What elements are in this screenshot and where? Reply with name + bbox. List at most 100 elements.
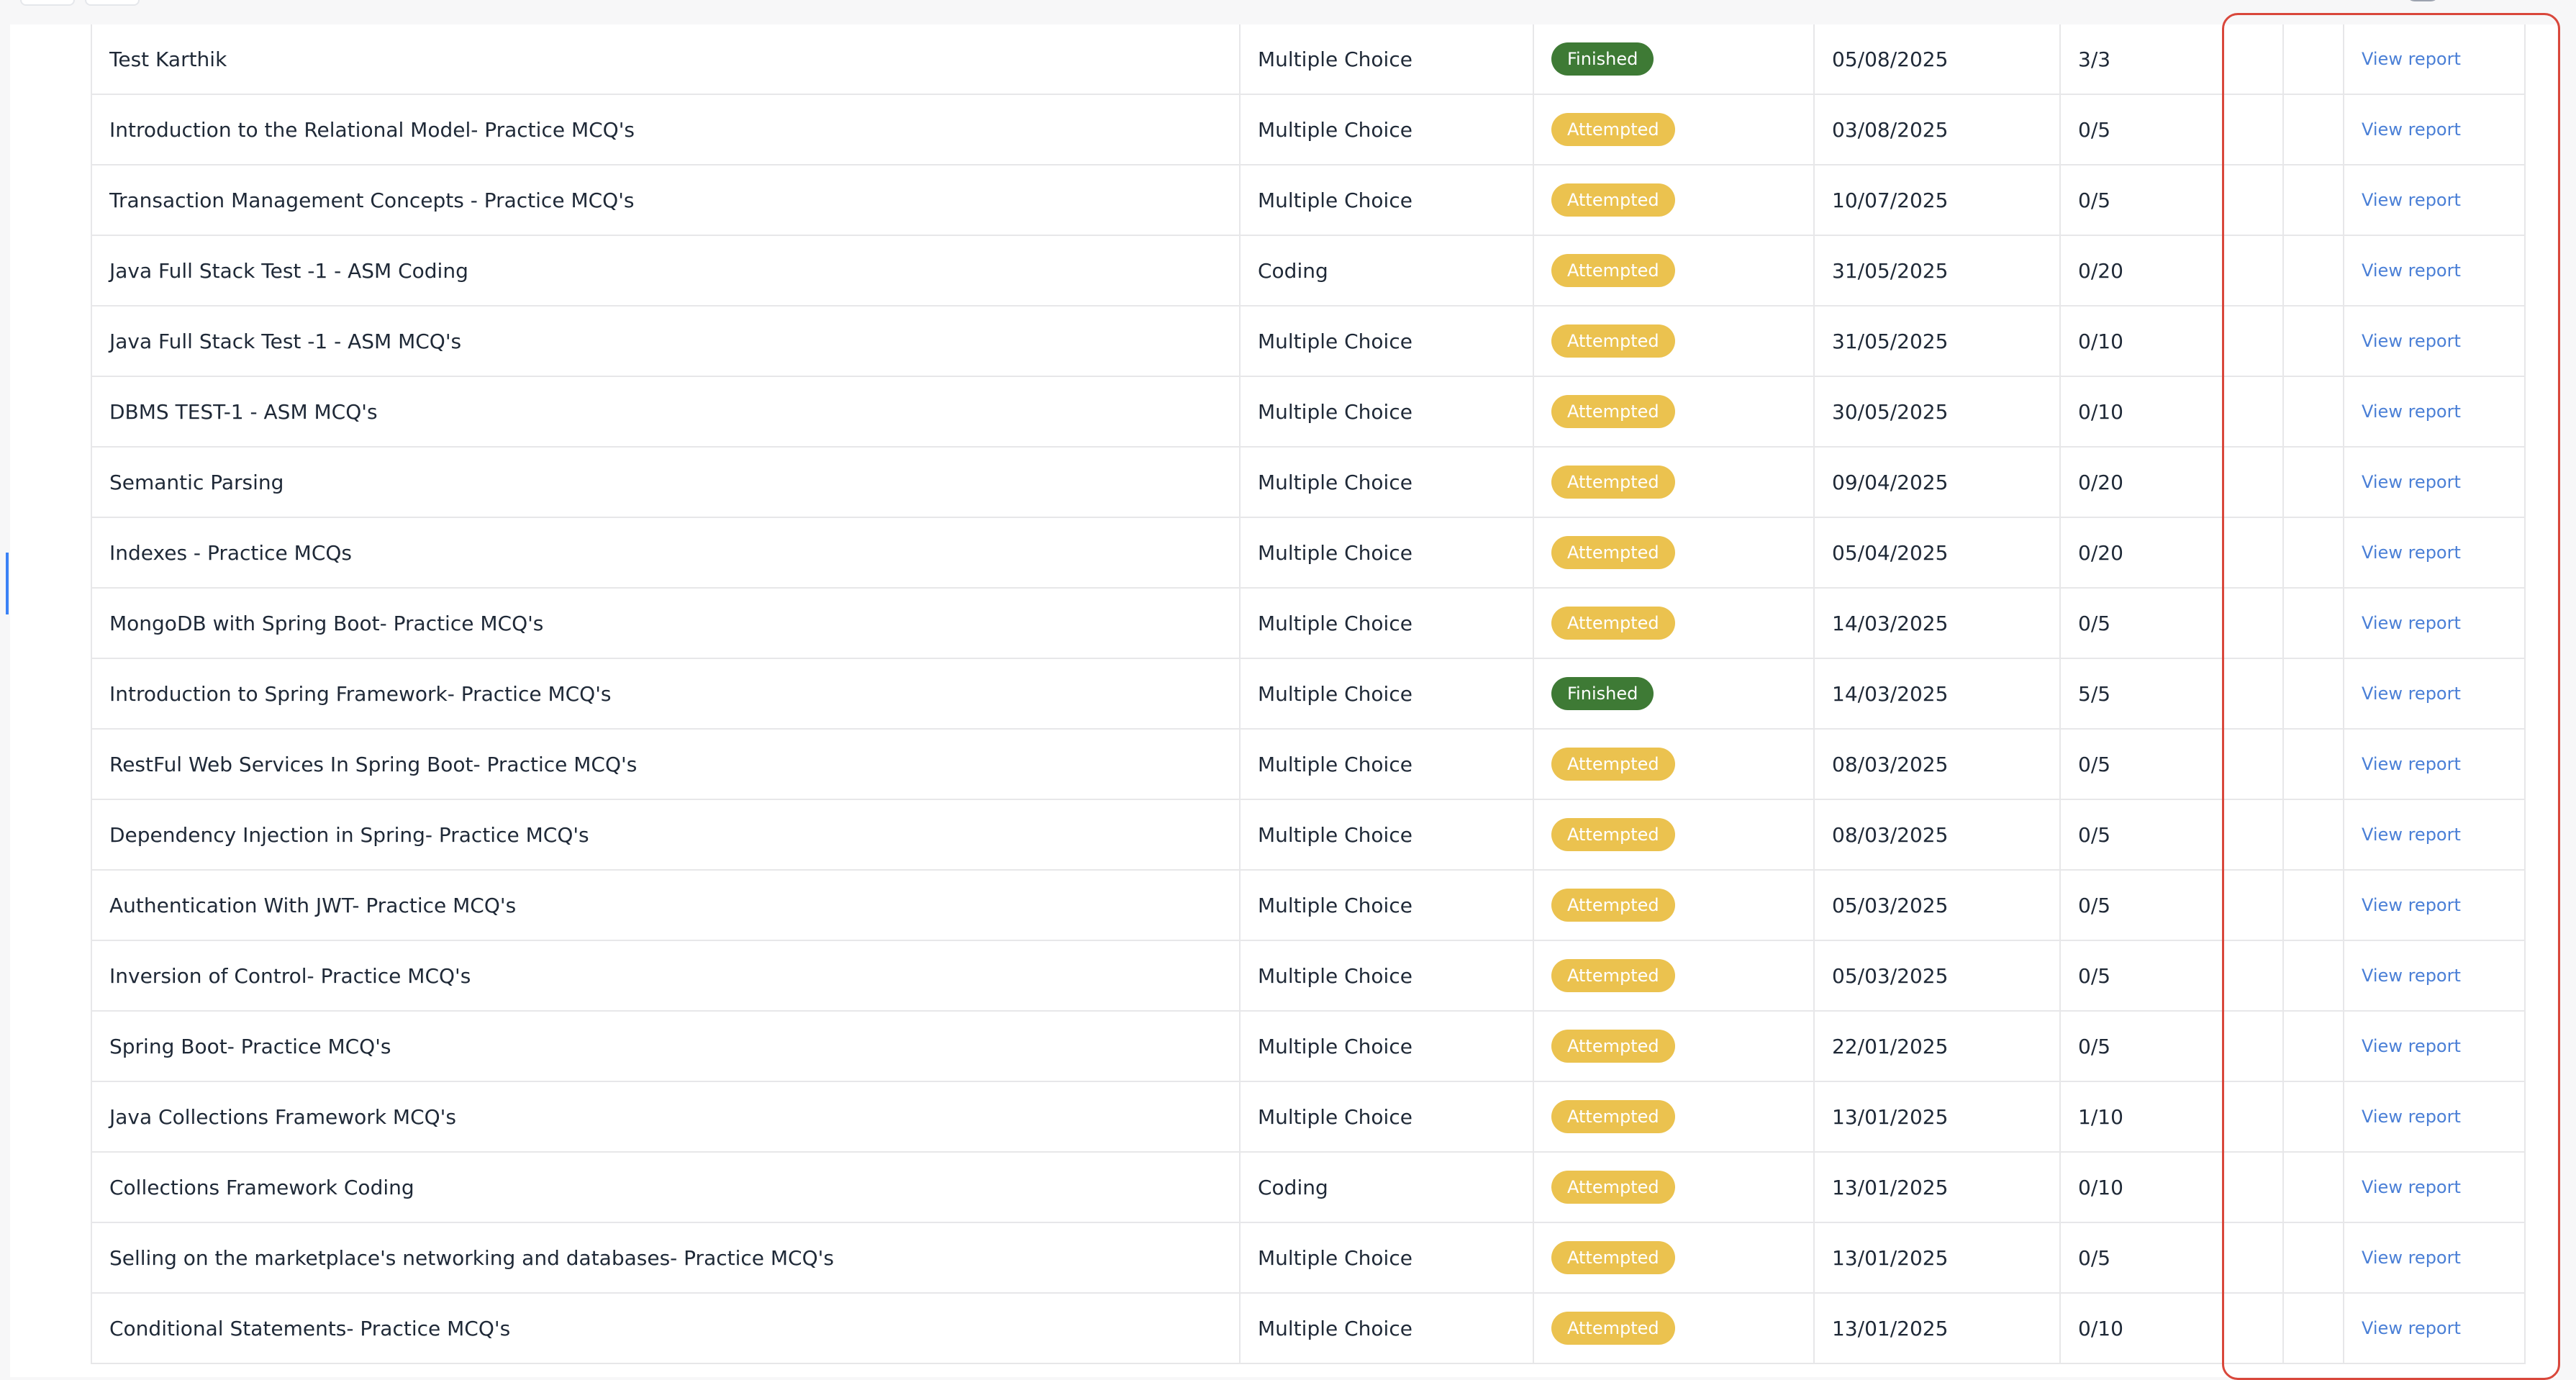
test-title-cell: Introduction to Spring Framework- Practi… [92, 659, 1241, 728]
score-cell: 0/5 [2061, 95, 2284, 164]
test-type-cell-text: Multiple Choice [1258, 470, 1412, 494]
view-report-link[interactable]: View report [2362, 119, 2461, 140]
action-cell: View report [2344, 659, 2524, 728]
test-title-cell-text: Spring Boot- Practice MCQ's [109, 1034, 391, 1058]
test-type-cell: Multiple Choice [1241, 589, 1534, 658]
view-report-link[interactable]: View report [2362, 1036, 2461, 1056]
top-controls [20, 0, 140, 6]
status-badge: Attempted [1551, 1312, 1675, 1345]
status-badge: Attempted [1551, 183, 1675, 217]
action-cell: View report [2344, 589, 2524, 658]
test-type-cell: Multiple Choice [1241, 871, 1534, 940]
date-cell: 09/04/2025 [1815, 448, 2061, 517]
date-cell: 03/08/2025 [1815, 95, 2061, 164]
status-cell: Attempted [1534, 95, 1815, 164]
view-report-link[interactable]: View report [2362, 190, 2461, 210]
test-title-cell: Collections Framework Coding [92, 1153, 1241, 1222]
date-cell-text: 05/03/2025 [1832, 963, 1949, 988]
test-type-cell-text: Coding [1258, 258, 1328, 283]
score-cell: 5/5 [2061, 659, 2284, 728]
prev-control[interactable] [20, 0, 75, 6]
action-cell: View report [2344, 871, 2524, 940]
score-cell-text: 0/20 [2078, 470, 2123, 494]
test-title-cell: Authentication With JWT- Practice MCQ's [92, 871, 1241, 940]
date-cell: 05/04/2025 [1815, 518, 2061, 587]
status-badge: Attempted [1551, 1030, 1675, 1063]
date-cell: 14/03/2025 [1815, 659, 2061, 728]
test-title-cell-text: Indexes - Practice MCQs [109, 540, 353, 565]
table-row: Semantic Parsing Multiple Choice Attempted… [92, 448, 2524, 518]
view-report-link[interactable]: View report [2362, 684, 2461, 704]
date-cell-text: 14/03/2025 [1832, 611, 1949, 635]
status-cell: Attempted [1534, 730, 1815, 799]
date-cell-text: 30/05/2025 [1832, 399, 1949, 424]
view-report-link[interactable]: View report [2362, 260, 2461, 281]
test-title-cell: Transaction Management Concepts - Practi… [92, 165, 1241, 235]
test-title-cell-text: DBMS TEST-1 - ASM MCQ's [109, 399, 378, 424]
status-badge: Attempted [1551, 536, 1675, 569]
table-row: Collections Framework Coding Coding Attemp… [92, 1153, 2524, 1223]
spacer-cell [2284, 659, 2344, 728]
date-cell-text: 05/04/2025 [1832, 540, 1949, 565]
view-report-link[interactable]: View report [2362, 331, 2461, 351]
test-title-cell: RestFul Web Services In Spring Boot- Pra… [92, 730, 1241, 799]
score-cell: 0/5 [2061, 165, 2284, 235]
test-type-cell: Multiple Choice [1241, 24, 1534, 94]
status-cell: Attempted [1534, 589, 1815, 658]
score-cell-text: 0/5 [2078, 822, 2111, 847]
test-type-cell-text: Multiple Choice [1258, 963, 1412, 988]
date-cell: 14/03/2025 [1815, 589, 2061, 658]
view-report-link[interactable]: View report [2362, 1177, 2461, 1197]
date-cell-text: 31/05/2025 [1832, 258, 1949, 283]
spacer-cell [2284, 95, 2344, 164]
next-control[interactable] [85, 0, 140, 6]
view-report-link[interactable]: View report [2362, 1107, 2461, 1127]
status-cell: Attempted [1534, 518, 1815, 587]
score-cell-text: 0/5 [2078, 963, 2111, 988]
score-cell: 0/10 [2061, 377, 2284, 446]
view-report-link[interactable]: View report [2362, 49, 2461, 69]
test-type-cell: Multiple Choice [1241, 95, 1534, 164]
view-report-link[interactable]: View report [2362, 401, 2461, 422]
date-cell-text: 03/08/2025 [1832, 117, 1949, 142]
date-cell: 22/01/2025 [1815, 1012, 2061, 1081]
score-cell-text: 0/10 [2078, 399, 2123, 424]
status-badge: Finished [1551, 677, 1654, 710]
test-title-cell-text: Collections Framework Coding [109, 1175, 414, 1199]
test-type-cell: Multiple Choice [1241, 659, 1534, 728]
avatar[interactable] [2406, 0, 2439, 1]
status-badge: Attempted [1551, 1241, 1675, 1274]
status-badge: Attempted [1551, 324, 1675, 358]
table-row: Authentication With JWT- Practice MCQ's M… [92, 871, 2524, 941]
view-report-link[interactable]: View report [2362, 966, 2461, 986]
table-row: MongoDB with Spring Boot- Practice MCQ's… [92, 589, 2524, 659]
view-report-link[interactable]: View report [2362, 543, 2461, 563]
status-cell: Attempted [1534, 448, 1815, 517]
status-badge: Attempted [1551, 1171, 1675, 1204]
test-type-cell-text: Multiple Choice [1258, 681, 1412, 706]
view-report-link[interactable]: View report [2362, 1318, 2461, 1338]
view-report-link[interactable]: View report [2362, 613, 2461, 633]
score-cell: 0/5 [2061, 1012, 2284, 1081]
view-report-link[interactable]: View report [2362, 1248, 2461, 1268]
test-title-cell-text: Semantic Parsing [109, 470, 284, 494]
test-title-cell-text: Java Full Stack Test -1 - ASM Coding [109, 258, 468, 283]
test-results-table: Test Karthik Multiple Choice Finished 05/08… [91, 24, 2526, 1364]
view-report-link[interactable]: View report [2362, 895, 2461, 915]
view-report-link[interactable]: View report [2362, 754, 2461, 774]
status-cell: Attempted [1534, 377, 1815, 446]
table-row: Transaction Management Concepts - Practi… [92, 165, 2524, 236]
test-title-cell: Indexes - Practice MCQs [92, 518, 1241, 587]
score-cell-text: 0/5 [2078, 752, 2111, 776]
view-report-link[interactable]: View report [2362, 825, 2461, 845]
test-type-cell: Multiple Choice [1241, 730, 1534, 799]
score-cell-text: 0/5 [2078, 117, 2111, 142]
status-cell: Attempted [1534, 871, 1815, 940]
score-cell-text: 5/5 [2078, 681, 2111, 706]
spacer-cell [2284, 236, 2344, 305]
spacer-cell [2284, 448, 2344, 517]
view-report-link[interactable]: View report [2362, 472, 2461, 492]
spacer-cell [2284, 307, 2344, 376]
date-cell: 08/03/2025 [1815, 800, 2061, 869]
score-cell: 0/10 [2061, 1153, 2284, 1222]
